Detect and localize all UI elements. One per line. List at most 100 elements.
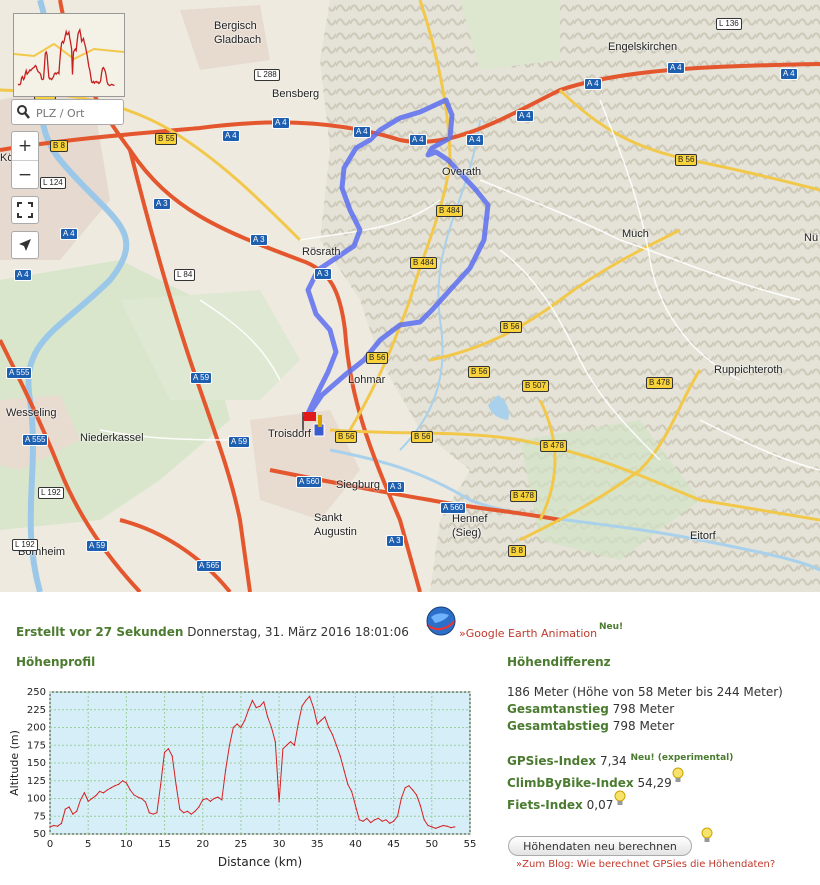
zoom-out-button[interactable]: −: [12, 160, 38, 188]
google-earth-link[interactable]: »Google Earth Animation: [459, 627, 597, 640]
place-label: Wesseling: [6, 407, 57, 419]
gpsies-index-label[interactable]: GPSies-Index: [507, 754, 596, 768]
elevation-point: [87, 800, 89, 802]
elevation-point: [267, 716, 269, 718]
place-label: Engelskirchen: [608, 41, 678, 53]
x-tick-label: 40: [349, 839, 362, 850]
fullscreen-button[interactable]: [11, 196, 39, 224]
map-view[interactable]: Bergisch Gladbach Bensberg Engelskirchen Ove…: [0, 0, 820, 592]
elevation-point: [381, 820, 383, 822]
elevation-point: [278, 801, 280, 803]
elevation-point: [435, 827, 437, 829]
road-shield: A 3: [387, 481, 405, 493]
google-earth-icon[interactable]: [425, 605, 457, 637]
elevation-point: [377, 817, 379, 819]
elevation-point: [385, 819, 387, 821]
road-shield: A 4: [222, 130, 240, 142]
road-shield: B 8: [508, 545, 527, 557]
road-shield: A 4: [584, 78, 602, 90]
bulb-icon[interactable]: [700, 827, 714, 843]
y-tick-label: 200: [27, 723, 46, 734]
road-shield: L 192: [12, 539, 38, 551]
x-tick-label: 15: [158, 839, 171, 850]
climbbybike-label[interactable]: ClimbByBike-Index: [507, 776, 634, 790]
road-shield: B 56: [468, 366, 491, 378]
elevation-point: [121, 780, 124, 782]
elevation-point: [118, 783, 120, 785]
elevation-point: [412, 789, 414, 791]
elevation-point: [221, 799, 223, 801]
elevation-point: [83, 792, 85, 794]
elevation-point: [366, 817, 368, 819]
place-label: Troisdorf: [268, 428, 311, 440]
elevation-point: [408, 785, 410, 787]
elevation-point: [179, 808, 181, 810]
x-tick-label: 50: [425, 839, 438, 850]
gpsies-new-badge: Neu! (experimental): [630, 753, 734, 763]
elevation-point: [194, 810, 196, 812]
elevation-point: [137, 796, 139, 798]
y-tick-label: 100: [27, 794, 46, 805]
elevation-point: [400, 797, 402, 800]
y-tick-label: 150: [27, 758, 46, 769]
elevation-point: [247, 709, 250, 711]
place-label: Much: [622, 228, 649, 240]
elevation-point: [228, 744, 231, 746]
road-shield: B 56: [675, 154, 698, 166]
blog-link[interactable]: »Zum Blog: Wie berechnet GPSies die Höhe…: [516, 859, 775, 870]
elevation-point: [110, 787, 112, 789]
place-label: Overath: [442, 166, 482, 178]
road-shield: A 3: [314, 268, 332, 280]
search-input[interactable]: [34, 103, 123, 123]
climbbybike-value: 54,29: [637, 776, 672, 790]
elevation-point: [305, 699, 307, 702]
road-shield: A 4: [516, 110, 534, 122]
x-tick-label: 0: [47, 839, 53, 850]
elevation-point: [79, 799, 82, 801]
locate-button[interactable]: [11, 231, 39, 259]
elevation-point: [156, 812, 158, 814]
fullscreen-icon: [17, 202, 33, 218]
bulb-icon[interactable]: [671, 767, 685, 783]
elevation-point: [72, 813, 74, 815]
elevation-minimap[interactable]: [13, 13, 125, 97]
ascent-label: Gesamtanstieg: [507, 702, 609, 716]
y-tick-label: 125: [27, 776, 46, 787]
elevation-point: [427, 824, 429, 827]
fiets-label[interactable]: Fiets-Index: [507, 798, 583, 812]
gpsies-index-value: 7,34: [599, 754, 627, 768]
road-shield: A 560: [296, 476, 323, 488]
elevation-point: [225, 769, 227, 771]
created-line: Erstellt vor 27 Sekunden Donnerstag, 31.…: [16, 625, 409, 639]
elevation-chart: 0 5 10 15 20 25 30 35 40 45 50 55 50 75 100 125 150 175 20…: [8, 687, 477, 869]
road-shield: B 55: [155, 133, 178, 145]
bulb-icon[interactable]: [613, 790, 627, 806]
elevation-point: [259, 705, 261, 707]
elevation-point: [423, 819, 425, 821]
minimap-graph: [14, 14, 124, 96]
elevation-point: [362, 820, 364, 822]
zoom-in-button[interactable]: +: [12, 132, 38, 160]
elevation-point: [396, 815, 399, 817]
location-search[interactable]: [11, 99, 124, 125]
road-shield: B 56: [500, 321, 523, 333]
recalculate-elevation-button[interactable]: Höhendaten neu berechnen: [508, 836, 692, 856]
elevation-point: [209, 800, 211, 802]
x-tick-label: 55: [464, 839, 477, 850]
place-label: Lohmar: [348, 374, 386, 386]
y-tick-label: 50: [33, 829, 46, 840]
created-label: Erstellt vor 27 Sekunden: [16, 625, 184, 639]
elevation-point: [351, 790, 353, 792]
fiets-value: 0,07: [586, 798, 614, 812]
road-shield: A 59: [190, 372, 213, 384]
elevation-point: [190, 813, 192, 815]
road-shield: B 478: [540, 440, 567, 452]
elevation-point: [301, 705, 303, 707]
search-icon: [17, 105, 30, 119]
elevation-point: [309, 695, 311, 697]
elevation-point: [144, 801, 147, 803]
road-shield: A 3: [386, 535, 404, 547]
road-shield: B 56: [411, 431, 434, 443]
elevation-point: [373, 819, 376, 821]
place-label: Sankt: [314, 512, 343, 524]
